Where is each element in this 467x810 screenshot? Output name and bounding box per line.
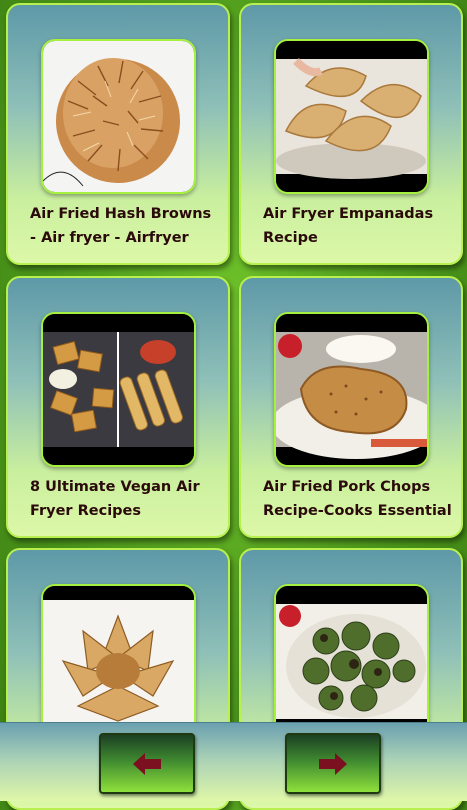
recipe-title[interactable]: Air Fried Hash Browns - Air fryer - Airf… [30, 202, 220, 250]
recipe-thumbnail[interactable] [41, 312, 196, 467]
recipe-thumbnail[interactable] [41, 39, 196, 194]
navigation-bar [0, 722, 467, 801]
empanadas-image [276, 41, 427, 192]
recipe-title[interactable]: 8 Ultimate Vegan Air Fryer Recipes [30, 475, 220, 523]
arrow-left-icon [133, 752, 161, 775]
recipe-card[interactable]: 8 Ultimate Vegan Air Fryer Recipes [6, 276, 230, 538]
hash-browns-image [43, 41, 194, 192]
vegan-snacks-image [43, 314, 194, 465]
recipe-card[interactable]: Air Fryer Empanadas Recipe [239, 3, 463, 265]
recipe-card[interactable]: Air Fried Pork Chops Recipe-Cooks Essent… [239, 276, 463, 538]
blooming-onion-image [43, 586, 194, 737]
recipe-thumbnail[interactable] [274, 312, 429, 467]
recipe-title[interactable]: Air Fryer Empanadas Recipe [263, 202, 453, 250]
recipe-thumbnail[interactable] [274, 39, 429, 194]
brussels-sprouts-image [276, 586, 427, 737]
recipe-title[interactable]: Air Fried Pork Chops Recipe-Cooks Essent… [263, 475, 453, 523]
previous-page-button[interactable] [99, 733, 195, 794]
arrow-right-icon [319, 752, 347, 775]
recipe-card[interactable]: Air Fried Hash Browns - Air fryer - Airf… [6, 3, 230, 265]
recipe-thumbnail[interactable] [41, 584, 196, 739]
next-page-button[interactable] [285, 733, 381, 794]
pork-chop-image [276, 314, 427, 465]
recipe-grid: Air Fried Hash Browns - Air fryer - Airf… [0, 0, 467, 810]
recipe-thumbnail[interactable] [274, 584, 429, 739]
